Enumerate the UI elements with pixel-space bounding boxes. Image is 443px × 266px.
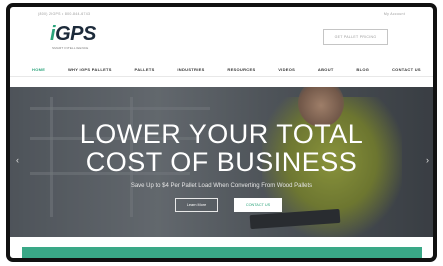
get-pallet-pricing-button[interactable]: GET PALLET PRICING — [323, 29, 388, 45]
hero-subtitle: Save Up to $4 Per Pallet Load When Conve… — [130, 183, 313, 189]
logo-tagline: SMART INTELLIGENCE — [52, 46, 89, 50]
hero-title-line1: LOWER YOUR TOTAL — [79, 119, 364, 149]
nav-item-pallets[interactable]: PALLETS — [135, 67, 155, 72]
my-account-link[interactable]: My Account — [384, 12, 405, 16]
nav-item-about[interactable]: ABOUT — [318, 67, 334, 72]
nav-item-contact[interactable]: CONTACT US — [392, 67, 421, 72]
learn-more-button[interactable]: Learn More — [175, 198, 218, 212]
nav-item-resources[interactable]: RESOURCES — [227, 67, 255, 72]
hero-title-line2: COST OF BUSINESS — [85, 147, 358, 177]
chevron-left-icon[interactable]: ‹ — [16, 155, 19, 165]
site-header: iGPS SMART INTELLIGENCE GET PALLET PRICI… — [10, 21, 433, 63]
nav-item-why-igps[interactable]: WHY iGPS PALLETS — [68, 67, 112, 72]
phone-numbers: (800) 2IGPS • 800-844-6743 — [38, 12, 91, 16]
hero-banner: LOWER YOUR TOTAL COST OF BUSINESS Save U… — [10, 87, 433, 237]
chevron-right-icon[interactable]: › — [426, 155, 429, 165]
main-nav: HOME WHY iGPS PALLETS PALLETS INDUSTRIES… — [10, 63, 433, 77]
nav-item-industries[interactable]: INDUSTRIES — [177, 67, 204, 72]
nav-item-home[interactable]: HOME — [32, 67, 45, 72]
contact-us-button[interactable]: CONTACT US — [234, 198, 282, 212]
igps-logo[interactable]: iGPS — [50, 23, 96, 46]
green-section-band — [22, 247, 422, 258]
top-utility-bar: (800) 2IGPS • 800-844-6743 My Account — [10, 7, 433, 21]
device-frame: (800) 2IGPS • 800-844-6743 My Account iG… — [6, 3, 437, 262]
nav-item-blog[interactable]: BLOG — [356, 67, 369, 72]
nav-item-videos[interactable]: VIDEOS — [278, 67, 295, 72]
